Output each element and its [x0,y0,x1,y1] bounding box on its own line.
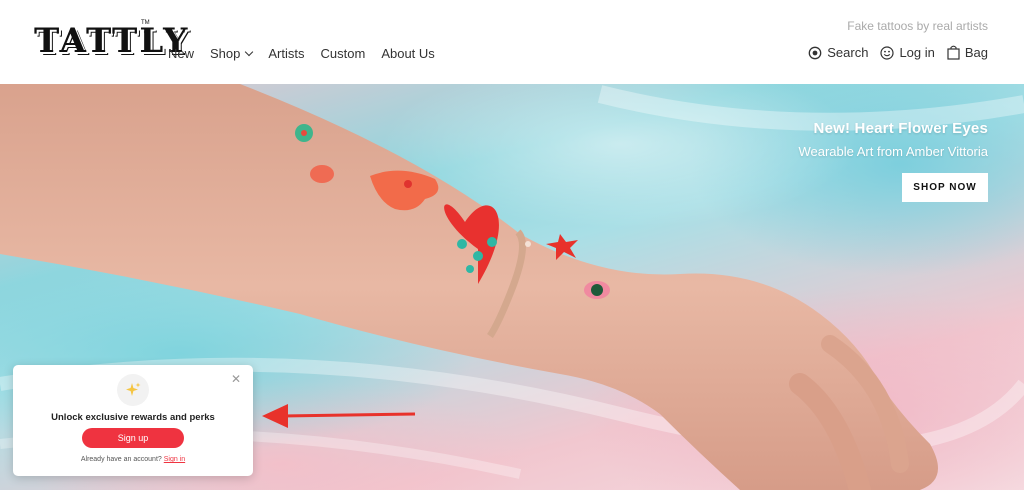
nav-custom-label: Custom [320,46,366,61]
popup-title: Unlock exclusive rewards and perks [51,412,215,423]
rewards-popup: ✕ Unlock exclusive rewards and perks Sig… [13,365,253,476]
login-link[interactable]: Log in [880,45,935,60]
hero-subtitle: Wearable Art from Amber Vittoria [798,144,988,159]
search-link[interactable]: Search [808,45,868,60]
utility-nav: Search Log in Bag [808,45,988,60]
nav-artists[interactable]: Artists [268,46,304,61]
shopping-bag-icon [947,45,960,60]
shop-now-button[interactable]: SHOP NOW [902,173,988,202]
nav-about-us[interactable]: About Us [381,46,434,61]
search-icon [808,46,822,59]
nav-new-label: New [168,46,195,61]
close-icon[interactable]: ✕ [231,373,241,385]
popup-footer: Already have an account? Sign in [13,456,253,463]
nav-artists-label: Artists [268,46,305,61]
sparkles-icon [117,374,149,406]
smiley-icon [880,45,895,60]
popup-footer-text: Already have an account? [80,456,162,463]
main-nav: New Shop Artists Custom About Us [168,46,435,61]
site-header: TATTLY TM New Shop Artists Custom About … [0,0,1024,84]
login-label: Log in [899,45,935,60]
nav-about-us-label: About Us [381,46,435,61]
sign-in-link[interactable]: Sign in [164,456,185,463]
nav-new[interactable]: New [168,46,194,61]
bag-link[interactable]: Bag [947,45,988,60]
site-tagline: Fake tattoos by real artists [847,19,988,33]
chevron-down-icon [245,47,254,57]
sign-up-button[interactable]: Sign up [82,428,184,448]
search-label: Search [827,45,869,60]
trademark-mark: TM [141,20,150,26]
tattly-logo[interactable]: TATTLY [34,19,189,63]
hero-copy: New! Heart Flower Eyes Wearable Art from… [798,120,988,159]
hero-title: New! Heart Flower Eyes [813,120,988,137]
nav-shop-label: Shop [210,46,241,61]
bag-label: Bag [964,45,988,60]
nav-custom[interactable]: Custom [321,46,366,61]
nav-shop[interactable]: Shop [210,46,254,61]
